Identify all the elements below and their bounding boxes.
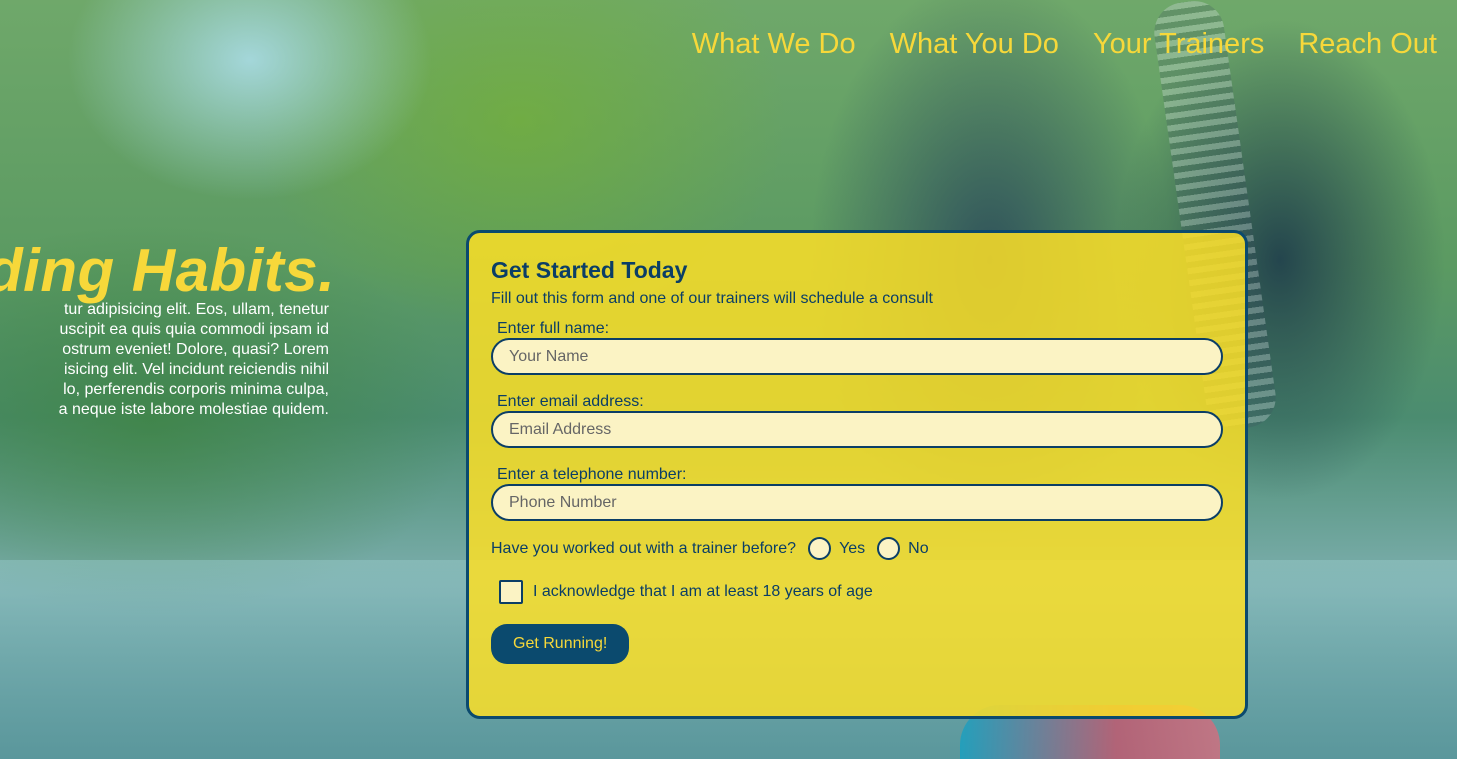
no-radio-label: No xyxy=(908,539,929,557)
yes-radio-label: Yes xyxy=(839,539,866,557)
phone-label: Enter a telephone number: xyxy=(497,466,687,483)
phone-field-group: Enter a telephone number: xyxy=(491,466,1223,521)
form-subtitle: Fill out this form and one of our traine… xyxy=(491,290,933,307)
name-label: Enter full name: xyxy=(497,320,610,337)
hero-intro-text: tur adipisicing elit. Eos, ullam, tenetu… xyxy=(0,300,329,420)
hero-section: What We Do What You Do Your Trainers Rea… xyxy=(0,0,1457,759)
no-radio[interactable] xyxy=(877,537,901,560)
main-nav: What We Do What You Do Your Trainers Rea… xyxy=(658,28,1437,61)
age-ack-row: I acknowledge that I am at least 18 year… xyxy=(491,580,1223,604)
name-field-group: Enter full name: xyxy=(491,320,1223,375)
intro-line: tur adipisicing elit. Eos, ullam, tenetu… xyxy=(63,301,329,318)
age-ack-checkbox[interactable] xyxy=(499,580,523,604)
phone-input[interactable] xyxy=(491,484,1223,521)
name-input[interactable] xyxy=(491,338,1223,375)
age-ack-label: I acknowledge that I am at least 18 year… xyxy=(533,583,873,600)
form-title: Get Started Today xyxy=(491,257,688,283)
nav-link-what-we-do[interactable]: What We Do xyxy=(692,28,856,61)
nav-link-what-you-do[interactable]: What You Do xyxy=(890,28,1059,61)
email-field-group: Enter email address: xyxy=(491,393,1223,448)
intro-line: uscipit ea quis quia commodi ipsam id xyxy=(59,321,329,338)
signup-form-card: Get Started Today Fill out this form and… xyxy=(466,230,1248,719)
intro-line: lo, perferendis corporis minima culpa, xyxy=(63,381,329,398)
intro-line: ostrum eveniet! Dolore, quasi? Lorem xyxy=(62,341,329,358)
intro-line: isicing elit. Vel incidunt reiciendis ni… xyxy=(63,361,329,378)
hero-headline: ding Habits. xyxy=(0,237,336,304)
get-running-button[interactable]: Get Running! xyxy=(491,624,630,664)
email-input[interactable] xyxy=(491,411,1223,448)
trainer-question-row: Have you worked out with a trainer befor… xyxy=(491,537,1223,560)
trainer-question-label: Have you worked out with a trainer befor… xyxy=(491,539,797,557)
nav-link-reach-out[interactable]: Reach Out xyxy=(1298,28,1437,61)
intro-line: a neque iste labore molestiae quidem. xyxy=(58,401,329,418)
email-label: Enter email address: xyxy=(497,393,644,410)
yes-radio[interactable] xyxy=(808,537,832,560)
nav-link-your-trainers[interactable]: Your Trainers xyxy=(1093,28,1264,61)
